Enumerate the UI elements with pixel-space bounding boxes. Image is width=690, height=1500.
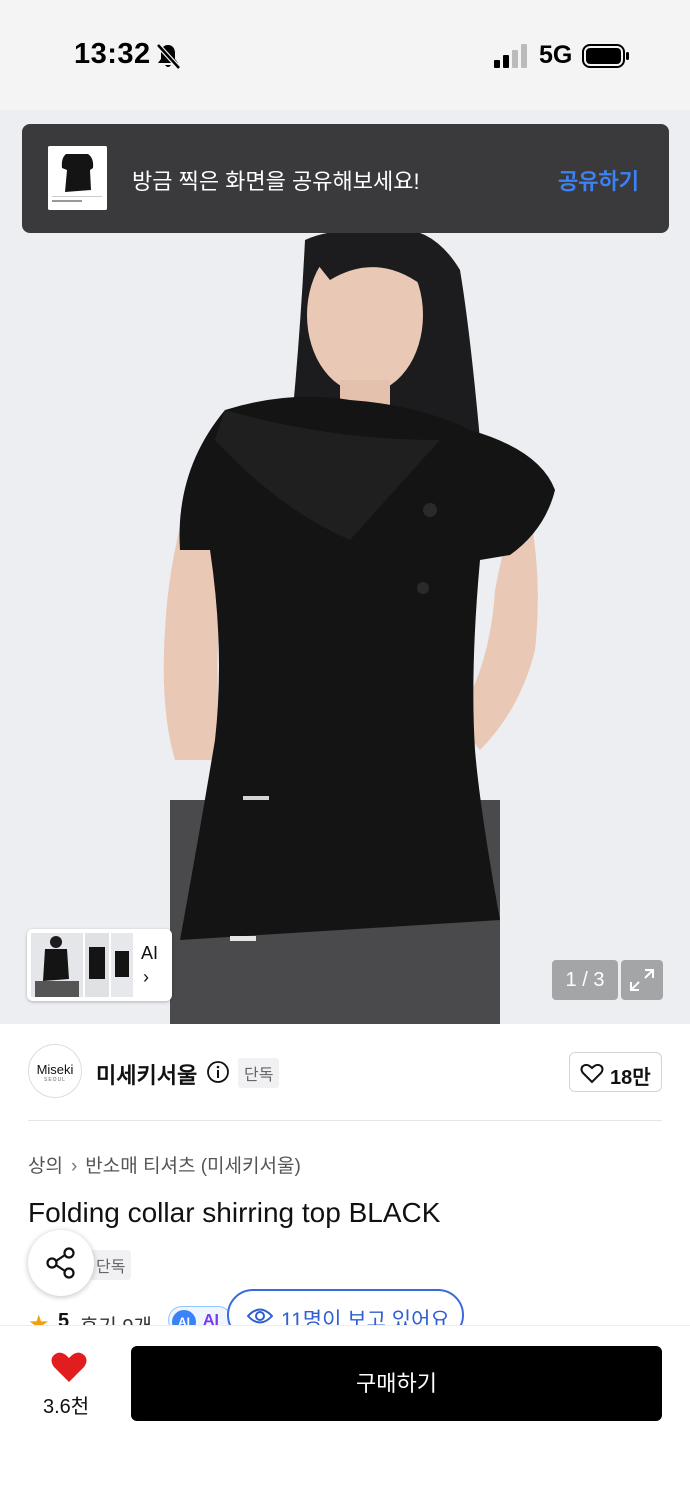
info-icon[interactable] xyxy=(206,1060,230,1084)
brand-like-count: 18만 xyxy=(610,1067,651,1089)
product-photo xyxy=(0,110,690,1024)
breadcrumb: 상의 › 반소매 티셔츠 (미세키서울) xyxy=(28,1151,301,1178)
exclusive-badge: 단독 xyxy=(238,1058,280,1088)
wishlist-count: 3.6천 xyxy=(43,1396,90,1418)
thumbnail-images xyxy=(31,933,133,997)
brand-like-button[interactable]: 18만 xyxy=(569,1052,662,1092)
product-title: Folding collar shirring top BLACK xyxy=(28,1197,441,1228)
breadcrumb-subcategory[interactable]: 반소매 티셔츠 (미세키서울) xyxy=(85,1156,301,1177)
heart-outline-icon xyxy=(580,1063,604,1084)
brand-logo-text: Miseki xyxy=(36,1062,74,1077)
network-label: 5G xyxy=(539,41,573,69)
product-image-gallery[interactable] xyxy=(0,110,690,1024)
expand-icon xyxy=(630,969,654,991)
chevron-right-icon: › xyxy=(143,967,149,987)
bell-muted-icon xyxy=(156,43,181,70)
share-icon xyxy=(46,1247,75,1279)
status-time: 13:32 xyxy=(74,38,151,70)
ai-lookbook-label: AI xyxy=(141,943,159,963)
share-button[interactable] xyxy=(28,1230,94,1296)
status-bar: 13:32 5G xyxy=(0,0,690,110)
battery-icon xyxy=(582,44,629,68)
heart-filled-icon[interactable] xyxy=(50,1350,88,1384)
toast-message: 방금 찍은 화면을 공유해보세요! xyxy=(132,169,420,194)
brand-logo[interactable]: Miseki SEOUL xyxy=(28,1044,82,1098)
product-exclusive-badge: 단독 xyxy=(90,1250,132,1280)
chevron-right-icon: › xyxy=(70,1156,78,1177)
brand-name[interactable]: 미세키서울 xyxy=(96,1058,197,1090)
share-screenshot-toast: 방금 찍은 화면을 공유해보세요! 공유하기 xyxy=(22,124,669,233)
brand-logo-subtext: SEOUL xyxy=(44,1077,66,1083)
ai-lookbook-thumbnails[interactable]: AI › xyxy=(27,929,172,1001)
buy-button[interactable]: 구매하기 xyxy=(131,1346,662,1421)
toast-share-button[interactable]: 공유하기 xyxy=(558,164,639,196)
bottom-action-bar: 3.6천 구매하기 xyxy=(0,1325,690,1500)
divider xyxy=(28,1120,662,1121)
expand-button[interactable] xyxy=(621,960,663,1000)
image-counter: 1 / 3 xyxy=(552,960,618,1000)
screenshot-preview-image xyxy=(48,146,107,210)
screenshot-thumbnail[interactable] xyxy=(48,146,107,210)
breadcrumb-category[interactable]: 상의 xyxy=(28,1156,63,1177)
signal-icon xyxy=(494,44,527,68)
eye-icon xyxy=(247,1308,273,1324)
